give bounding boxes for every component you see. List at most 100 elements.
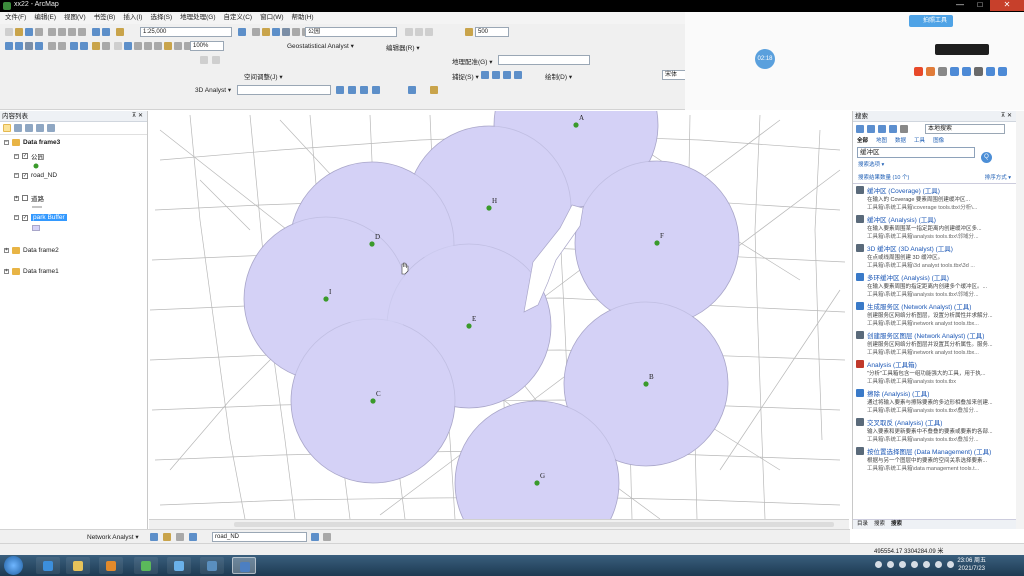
expand-icon[interactable]: + bbox=[4, 269, 9, 274]
search-result-item[interactable]: 按位置选择图层 (Data Management) (工具) 根据与另一个图层中的… bbox=[853, 445, 1016, 474]
tab-data[interactable]: 数据 bbox=[895, 136, 906, 144]
taskbar-arcmap[interactable] bbox=[232, 557, 256, 574]
arctoolbox-icon[interactable] bbox=[282, 28, 290, 36]
reshape-tool-icon[interactable] bbox=[425, 28, 433, 36]
3d-analyst-menu[interactable]: 3D Analyst ▾ bbox=[195, 86, 231, 94]
park-point-h[interactable] bbox=[486, 205, 492, 211]
system-clock[interactable]: 23:06 周五 2021/7/23 bbox=[957, 557, 986, 573]
search-result-item[interactable]: 多环缓冲区 (Analysis) (工具) 在输入要素周围的指定距离内创建多个缓冲… bbox=[853, 271, 1016, 300]
new-doc-icon[interactable] bbox=[5, 28, 13, 36]
punctuation-icon[interactable] bbox=[938, 67, 947, 76]
road-symbol[interactable] bbox=[32, 204, 42, 210]
menu-customize[interactable]: 自定义(C) bbox=[224, 12, 253, 24]
list-by-visibility-icon[interactable] bbox=[25, 124, 33, 132]
tray-network-icon[interactable] bbox=[887, 561, 894, 568]
fixed-zoom-out-icon[interactable] bbox=[58, 42, 66, 50]
search-result-item[interactable]: 缓冲区 (Coverage) (工具) 在输入的 Coverage 要素周围创建缓… bbox=[853, 184, 1016, 213]
skin-icon[interactable] bbox=[986, 67, 995, 76]
park-point-b[interactable] bbox=[643, 381, 649, 387]
menu-windows[interactable]: 窗口(W) bbox=[260, 12, 283, 24]
toc-pin-close[interactable]: ⊼ ✕ bbox=[132, 111, 143, 122]
spatial-adjustment-menu[interactable]: 空间调整(J) ▾ bbox=[244, 71, 283, 81]
grid-icon[interactable] bbox=[465, 28, 473, 36]
select-network-location-icon[interactable] bbox=[176, 533, 184, 541]
park-point-d[interactable] bbox=[369, 241, 375, 247]
tab-images[interactable]: 图像 bbox=[933, 136, 944, 144]
line-of-sight-icon[interactable] bbox=[360, 86, 368, 94]
map-canvas[interactable]: AHD FIECBG bbox=[149, 111, 849, 519]
ime-indicator[interactable] bbox=[935, 44, 989, 55]
search-result-item[interactable]: 创建服务区图层 (Network Analyst) (工具) 创建服务区网络分析图… bbox=[853, 329, 1016, 358]
clear-selection-icon[interactable] bbox=[102, 42, 110, 50]
select-elements-icon[interactable] bbox=[114, 42, 122, 50]
edge-snapping-icon[interactable] bbox=[514, 71, 522, 79]
expand-icon[interactable]: + bbox=[4, 248, 9, 253]
zoom-out-icon[interactable] bbox=[15, 42, 23, 50]
layer-select[interactable]: 公园 bbox=[305, 27, 397, 37]
list-by-selection-icon[interactable] bbox=[36, 124, 44, 132]
minimize-button[interactable]: — bbox=[950, 0, 970, 11]
draw-menu[interactable]: 绘制(D) ▾ bbox=[545, 71, 572, 81]
result-title[interactable]: 3D 缓冲区 (3D Analyst) (工具) bbox=[867, 243, 1013, 253]
find-route-icon[interactable] bbox=[164, 42, 172, 50]
end-snapping-icon[interactable] bbox=[492, 71, 500, 79]
snapping-menu[interactable]: 捕捉(S) ▾ bbox=[452, 71, 479, 81]
expand-icon[interactable]: + bbox=[14, 195, 19, 201]
editor-toolbar-icon[interactable] bbox=[238, 28, 246, 36]
network-analyst-menu[interactable]: Network Analyst ▾ bbox=[87, 533, 139, 541]
buffer-symbol[interactable] bbox=[32, 225, 40, 231]
spin-value-field[interactable]: 500 bbox=[475, 27, 509, 37]
hyperlink-icon[interactable] bbox=[134, 42, 142, 50]
print-icon[interactable] bbox=[35, 28, 43, 36]
vertex-tool-icon[interactable] bbox=[415, 28, 423, 36]
bottom-tab-catalog[interactable]: 目录 bbox=[857, 520, 868, 529]
tray-app-icon[interactable] bbox=[923, 561, 930, 568]
sogou-logo-icon[interactable] bbox=[914, 67, 923, 76]
taskbar-cloud[interactable] bbox=[167, 557, 191, 574]
search-options-icon[interactable] bbox=[900, 124, 908, 133]
zoom-percent-field[interactable]: 100% bbox=[190, 41, 224, 51]
select-features-icon[interactable] bbox=[92, 42, 100, 50]
toc-window-icon[interactable] bbox=[252, 28, 260, 36]
list-by-source-icon[interactable] bbox=[14, 124, 22, 132]
layer-visibility-checkbox[interactable]: ✓ bbox=[22, 153, 28, 159]
park-point-f[interactable] bbox=[654, 240, 660, 246]
map-display[interactable]: AHDFIECBG bbox=[149, 111, 849, 519]
full-extent-icon[interactable] bbox=[35, 42, 43, 50]
network-analyst-window-icon[interactable] bbox=[150, 533, 158, 541]
bottom-tab-search-2[interactable]: 搜索 bbox=[891, 520, 902, 529]
pan-icon[interactable] bbox=[25, 42, 33, 50]
georef-layer-select[interactable] bbox=[498, 55, 590, 65]
zoom-in-icon[interactable] bbox=[5, 42, 13, 50]
vertex-snapping-icon[interactable] bbox=[503, 71, 511, 79]
copy-icon[interactable] bbox=[58, 28, 66, 36]
paste-icon[interactable] bbox=[68, 28, 76, 36]
park-point-g[interactable] bbox=[534, 480, 540, 486]
recording-timer[interactable]: 02:18 bbox=[755, 49, 775, 69]
measure-icon[interactable] bbox=[154, 42, 162, 50]
taskbar-arccatalog[interactable] bbox=[200, 557, 224, 574]
layer-visibility-checkbox[interactable]: ✓ bbox=[22, 172, 28, 179]
bottom-tab-search-1[interactable]: 搜索 bbox=[874, 520, 885, 529]
sort-menu[interactable]: 排序方式 ▾ bbox=[985, 173, 1011, 181]
search-result-item[interactable]: 擦除 (Analysis) (工具) 通过将输入要素与擦除要素的多边形相叠加来创建… bbox=[853, 387, 1016, 416]
go-to-xy-icon[interactable] bbox=[174, 42, 182, 50]
python-icon[interactable] bbox=[292, 28, 300, 36]
network-dataset-select[interactable]: road_ND bbox=[212, 532, 307, 542]
maximize-button[interactable]: □ bbox=[970, 0, 990, 11]
data-frame2-item[interactable]: + Data frame2 bbox=[4, 247, 59, 254]
tray-volume-icon[interactable] bbox=[899, 561, 906, 568]
layer-park[interactable]: − ✓ 公园 bbox=[14, 151, 44, 161]
menu-edit[interactable]: 编辑(E) bbox=[34, 12, 56, 24]
park-point-a[interactable] bbox=[573, 122, 579, 128]
solve-icon[interactable] bbox=[189, 533, 197, 541]
3d-layer-select[interactable] bbox=[237, 85, 331, 95]
search-scope-select[interactable]: 本地搜索 bbox=[925, 123, 1005, 134]
steepest-path-icon[interactable] bbox=[348, 86, 356, 94]
result-title[interactable]: 多环缓冲区 (Analysis) (工具) bbox=[867, 272, 1013, 282]
undo-icon[interactable] bbox=[92, 28, 100, 36]
search-input[interactable]: 缓冲区 bbox=[857, 147, 975, 158]
catalog-window-icon[interactable] bbox=[262, 28, 270, 36]
taskbar-app3[interactable] bbox=[134, 557, 158, 574]
identify-icon[interactable] bbox=[124, 42, 132, 50]
